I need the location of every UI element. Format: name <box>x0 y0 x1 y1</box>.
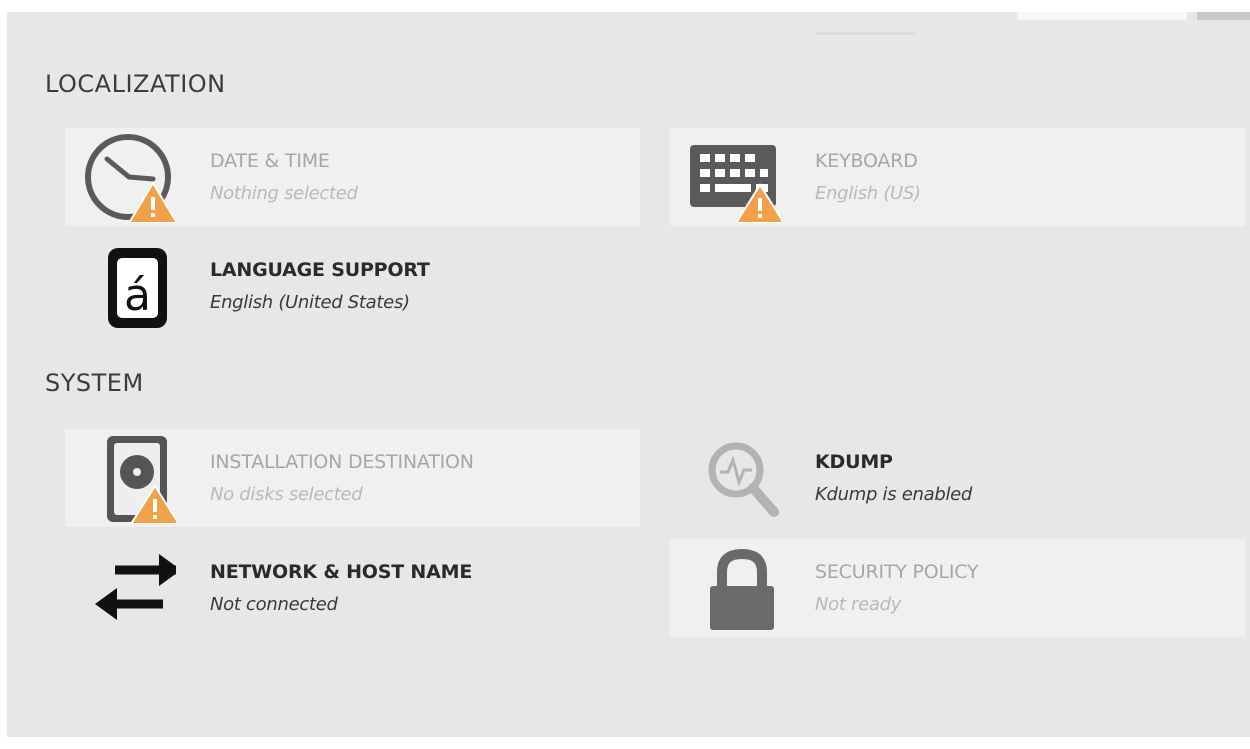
spoke-status: English (US) <box>815 183 921 204</box>
spoke-status: English (United States) <box>210 292 410 313</box>
spoke-date-time[interactable]: DATE & TIME Nothing selected <box>65 128 640 226</box>
svg-text:á: á <box>124 270 151 321</box>
top-bar-fragment <box>1197 12 1250 20</box>
spoke-kdump[interactable]: KDUMP Kdump is enabled <box>670 429 1245 527</box>
installation-summary-panel: LOCALIZATION DATE & TIME Nothing selecte… <box>7 12 1250 737</box>
spoke-title: DATE & TIME <box>210 150 330 172</box>
disk-icon <box>81 432 181 525</box>
spoke-installation-destination[interactable]: INSTALLATION DESTINATION No disks select… <box>65 429 640 527</box>
top-bar-fragment <box>815 32 915 35</box>
network-arrows-icon <box>81 542 181 634</box>
section-title-localization: LOCALIZATION <box>45 70 226 98</box>
language-icon: á <box>81 240 176 332</box>
spoke-title: SECURITY POLICY <box>815 561 979 583</box>
spoke-title: KEYBOARD <box>815 150 918 172</box>
spoke-status: Not ready <box>815 594 902 615</box>
spoke-language-support[interactable]: á LANGUAGE SUPPORT English (United State… <box>65 237 640 335</box>
spoke-network-host-name[interactable]: NETWORK & HOST NAME Not connected <box>65 539 640 637</box>
spoke-status: No disks selected <box>210 484 363 505</box>
lock-icon <box>686 542 781 634</box>
spoke-keyboard[interactable]: KEYBOARD English (US) <box>670 128 1245 226</box>
spoke-status: Nothing selected <box>210 183 358 204</box>
spoke-title: KDUMP <box>815 451 893 473</box>
clock-icon <box>81 131 179 224</box>
section-title-system: SYSTEM <box>45 369 144 397</box>
spoke-status: Not connected <box>210 594 338 615</box>
magnifier-icon <box>686 432 781 524</box>
spoke-title: NETWORK & HOST NAME <box>210 561 473 583</box>
keyboard-icon <box>686 131 786 224</box>
spoke-title: LANGUAGE SUPPORT <box>210 259 430 281</box>
top-bar-fragment <box>1017 12 1187 20</box>
spoke-title: INSTALLATION DESTINATION <box>210 451 474 473</box>
spoke-status: Kdump is enabled <box>815 484 973 505</box>
spoke-security-policy[interactable]: SECURITY POLICY Not ready <box>670 539 1245 637</box>
